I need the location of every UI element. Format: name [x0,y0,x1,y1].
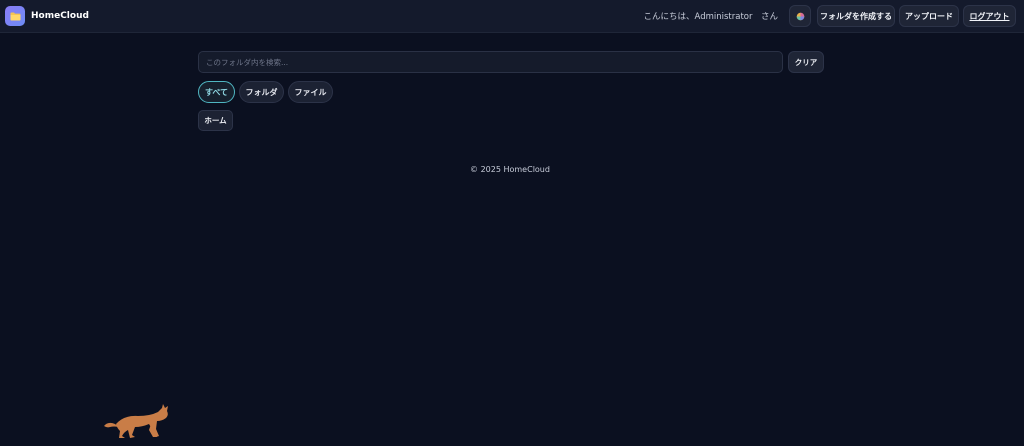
breadcrumb-home[interactable]: ホーム [198,110,233,131]
logout-button[interactable]: ログアウト [963,5,1016,27]
breadcrumb: ホーム [198,110,233,131]
top-navigation-bar: HomeCloud こんにちは、Administrator さん フォルダを作成… [0,0,1024,33]
filter-tabs: すべて フォルダ ファイル [198,81,337,103]
cat-icon [104,404,168,438]
filter-folders[interactable]: フォルダ [239,81,284,103]
app-name: HomeCloud [31,11,89,21]
palette-icon [796,12,804,20]
clear-button[interactable]: クリア [788,51,824,73]
create-folder-button[interactable]: フォルダを作成する [817,5,895,27]
filter-files[interactable]: ファイル [288,81,333,103]
header-actions: こんにちは、Administrator さん フォルダを作成する アップロード … [644,5,1016,27]
upload-button[interactable]: アップロード [899,5,959,27]
filter-all[interactable]: すべて [198,81,235,103]
brand[interactable]: HomeCloud [5,6,89,26]
app-logo [5,6,25,26]
folder-icon [10,12,20,20]
theme-toggle-button[interactable] [789,5,811,27]
greeting-text: こんにちは、Administrator さん [643,12,778,22]
footer-text: © 2025 HomeCloud [470,165,550,174]
search-input[interactable] [198,51,783,73]
search-bar: クリア [198,51,824,73]
